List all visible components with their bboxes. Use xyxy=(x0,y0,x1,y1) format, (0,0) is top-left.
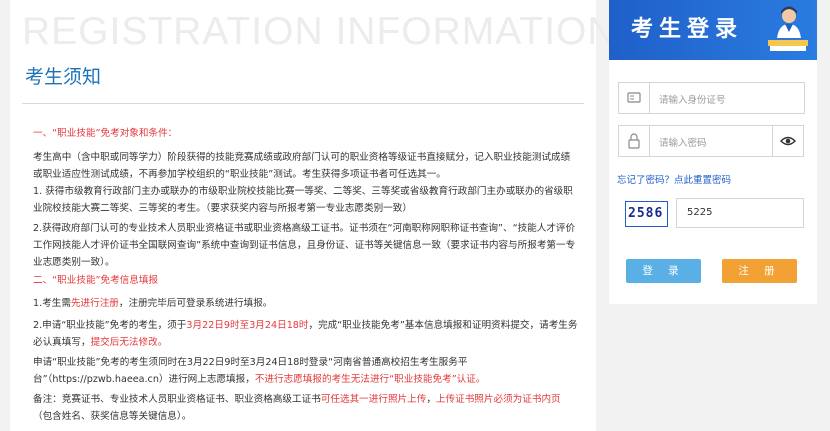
show-password-toggle[interactable] xyxy=(772,125,804,157)
section-title-exemption-info: 二、“职业技能”免考信息填报 xyxy=(33,275,159,286)
id-card-icon xyxy=(619,83,650,113)
highlight-text: 不进行志愿填报的考生无法进行“职业技能免考”认证。 xyxy=(254,374,486,385)
notice-panel: REGISTRATION INFORMATION 考生须知 一、“职业技能”免考… xyxy=(10,0,616,431)
notice-paragraph: 2.申请“职业技能”免考的考生，须于3月22日9时至3月24日18时，完成“职业… xyxy=(33,317,578,351)
register-button[interactable]: 注 册 xyxy=(722,259,797,283)
eye-icon xyxy=(780,136,796,146)
text: 2.申请“职业技能”免考的考生，须于 xyxy=(33,320,187,331)
watermark-title: REGISTRATION INFORMATION xyxy=(22,10,617,53)
reset-password-link[interactable]: 忘记了密码？点此重置密码 xyxy=(617,172,731,186)
login-banner-title: 考生登录 xyxy=(631,17,744,42)
notice-paragraph: 申请“职业技能”免考的考生须同时在3月22日9时至3月24日18时登录“河南省普… xyxy=(33,354,578,388)
login-panel: 考生登录 请输入身份证号 请输入密码 忘记了密码？点此重置密码 2586 522… xyxy=(609,0,817,431)
captcha-input[interactable]: 5225 xyxy=(676,198,804,228)
highlight-text: 3月22日9时至3月24日18时 xyxy=(186,320,309,331)
text: （包含姓名、获奖信息等关键信息）。 xyxy=(33,411,192,422)
id-number-field[interactable]: 请输入身份证号 xyxy=(618,82,805,114)
password-placeholder: 请输入密码 xyxy=(659,138,707,149)
student-illustration-icon xyxy=(768,6,808,51)
notice-paragraph: 2.获得政府部门认可的专业技术人员职业资格证书或职业资格高级工证书。证书须在“河… xyxy=(33,223,576,268)
id-number-placeholder: 请输入身份证号 xyxy=(659,95,726,106)
highlight-text: 先进行注册 xyxy=(70,298,119,309)
login-banner: 考生登录 xyxy=(609,0,817,60)
captcha-image[interactable]: 2586 xyxy=(625,201,668,227)
text: 1.考生需 xyxy=(33,298,71,309)
divider xyxy=(22,103,584,104)
notice-paragraph: 备注：竞赛证书、专业技术人员职业资格证书、职业资格高级工证书可任选其一进行照片上… xyxy=(33,391,578,425)
notice-paragraph: 1.考生需先进行注册，注册完毕后可登录系统进行填报。 xyxy=(33,295,272,312)
password-field[interactable]: 请输入密码 xyxy=(618,125,773,157)
page-title: 考生须知 xyxy=(25,66,102,88)
lock-icon xyxy=(619,126,650,156)
notice-paragraph: 1. 获得市级教育行政部门主办或联办的市级职业院校技能比赛一等奖、二等奖、三等奖… xyxy=(33,186,573,214)
text: ， xyxy=(426,394,436,405)
highlight-text: 可任选其一进行照片上传 xyxy=(320,394,427,405)
highlight-text: 提交后无法修改。 xyxy=(90,337,168,348)
login-button[interactable]: 登 录 xyxy=(626,259,701,283)
highlight-text: 上传证书照片必须为证书内页 xyxy=(435,394,561,405)
text: 备注：竞赛证书、专业技术人员职业资格证书、职业资格高级工证书 xyxy=(33,394,321,405)
section-title-exemption-conditions: 一、“职业技能”免考对象和条件： xyxy=(33,128,178,139)
login-form: 请输入身份证号 请输入密码 忘记了密码？点此重置密码 2586 5225 登 录… xyxy=(609,60,817,304)
text: ，注册完毕后可登录系统进行填报。 xyxy=(118,298,273,309)
notice-paragraph: 考生高中（含中职或同等学力）阶段获得的技能竞赛成绩或政府部门认可的职业资格等级证… xyxy=(33,152,571,180)
